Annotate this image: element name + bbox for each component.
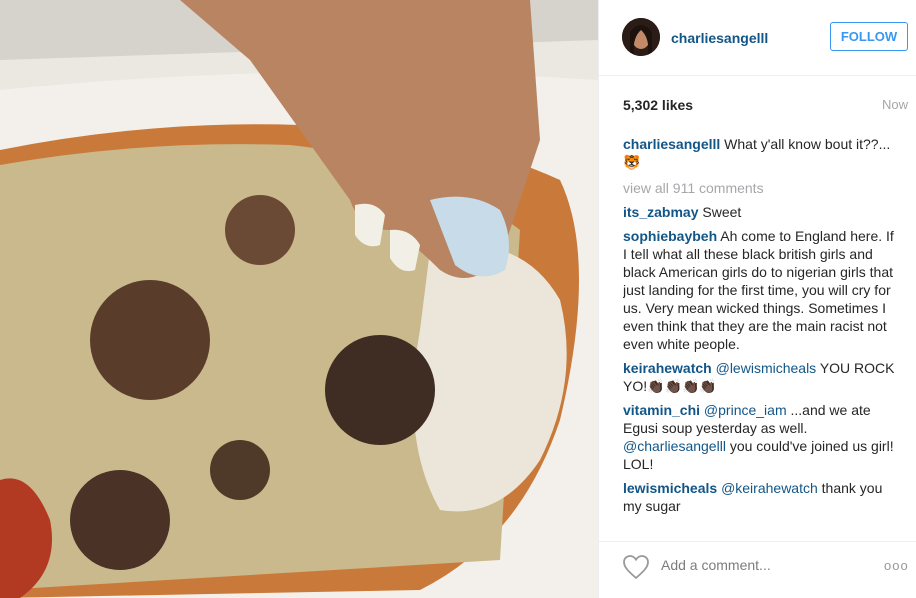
add-comment-input[interactable]: Add a comment... <box>661 557 771 573</box>
comment-username[interactable]: its_zabmay <box>623 204 698 220</box>
comment-item: its_zabmay Sweet <box>623 203 898 221</box>
comment-item: lewismicheals @keirahewatch thank you my… <box>623 479 898 515</box>
comment-mention[interactable]: @charliesangelll <box>623 438 726 454</box>
comment-mention[interactable]: @lewismicheals <box>716 360 817 376</box>
likes-count[interactable]: 5,302 likes <box>623 97 693 113</box>
comment-item: keirahewatch @lewismicheals YOU ROCK YO!… <box>623 359 898 395</box>
post-sidebar: charliesangelll FOLLOW 5,302 likes Now c… <box>598 0 916 598</box>
more-options-icon[interactable]: ooo <box>884 558 909 573</box>
comment-item: sophiebaybeh Ah come to England here. If… <box>623 227 898 353</box>
post-header: charliesangelll FOLLOW <box>599 0 916 76</box>
view-all-comments-link[interactable]: view all 911 comments <box>623 179 898 197</box>
comment-mention[interactable]: @prince_iam <box>704 402 787 418</box>
comment-username[interactable]: lewismicheals <box>623 480 717 496</box>
comment-footer: Add a comment... ooo <box>599 541 916 598</box>
comments-list: charliesangelll What y'all know bout it?… <box>623 135 898 532</box>
comment-username[interactable]: vitamin_chi <box>623 402 700 418</box>
caption-username[interactable]: charliesangelll <box>623 136 720 152</box>
heart-icon[interactable] <box>622 554 650 580</box>
comment-username[interactable]: keirahewatch <box>623 360 712 376</box>
avatar[interactable] <box>622 18 660 56</box>
avatar-image <box>622 18 660 56</box>
username-link[interactable]: charliesangelll <box>671 30 768 46</box>
comment-item: vitamin_chi @prince_iam ...and we ate Eg… <box>623 401 898 473</box>
caption: charliesangelll What y'all know bout it?… <box>623 135 898 171</box>
comment-text: Sweet <box>702 204 742 220</box>
post-photo[interactable] <box>0 0 598 598</box>
instagram-post: charliesangelll FOLLOW 5,302 likes Now c… <box>0 0 916 598</box>
comment-text: Ah come to England here. If I tell what … <box>623 228 894 352</box>
comment-mention[interactable]: @keirahewatch <box>721 480 818 496</box>
post-time: Now <box>881 97 908 112</box>
follow-button[interactable]: FOLLOW <box>830 22 908 51</box>
comment-username[interactable]: sophiebaybeh <box>623 228 717 244</box>
food-photo-illustration <box>0 0 598 598</box>
